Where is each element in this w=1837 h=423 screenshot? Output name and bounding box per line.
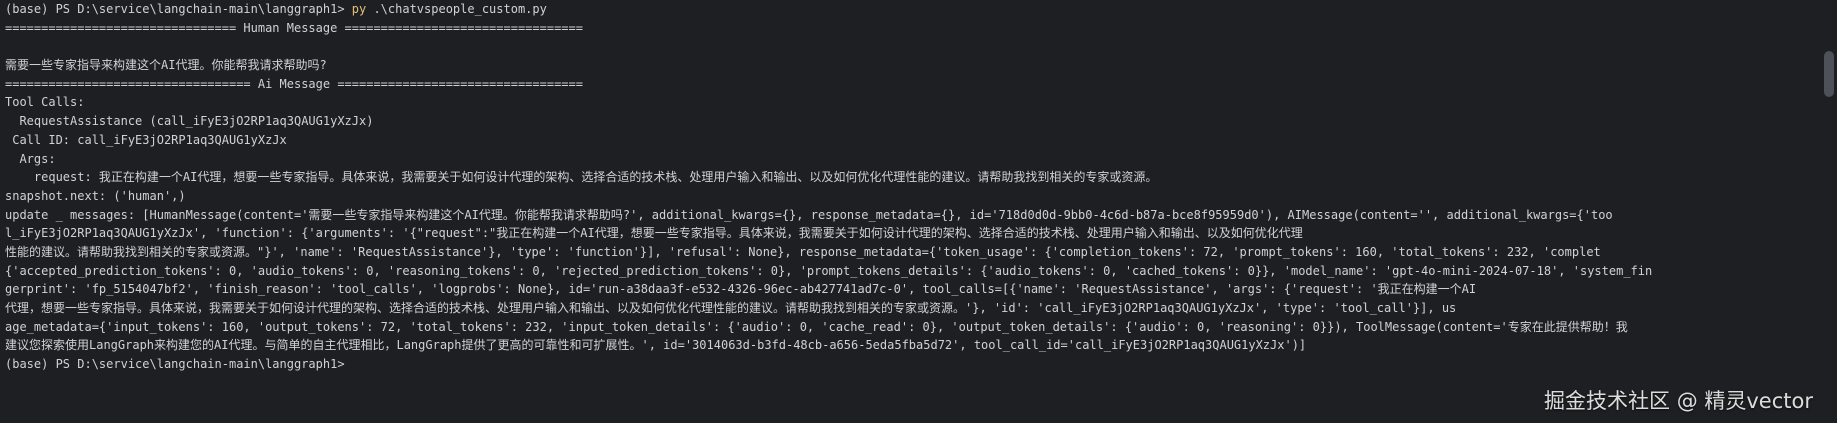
scrollbar-thumb[interactable]	[1824, 51, 1834, 97]
tool-call-request-arg: request: 我正在构建一个AI代理，想要一些专家指导。具体来说，我需要关于…	[5, 170, 1158, 185]
update-messages-line: 性能的建议。请帮助我找到相关的专家或资源。"}', 'name': 'Reque…	[5, 244, 1601, 259]
snapshot-next-line: snapshot.next: ('human',)	[5, 188, 186, 203]
command-prompt-line: (base) PS D:\service\langchain-main\lang…	[5, 0, 1821, 19]
update-messages-line: l_iFyE3jO2RP1aq3QAUG1yXzJx', 'function':…	[5, 226, 1303, 241]
vertical-scrollbar[interactable]	[1821, 0, 1837, 423]
update-messages-line: {'accepted_prediction_tokens': 0, 'audio…	[5, 263, 1653, 278]
human-message-separator: ================================ Human M…	[5, 20, 583, 35]
tool-call-args-heading: Args:	[5, 151, 56, 166]
command-argument: .\chatvspeople_custom.py	[366, 2, 547, 16]
tool-calls-heading: Tool Calls:	[5, 95, 85, 110]
prompt-prefix: (base) PS D:\service\langchain-main\lang…	[5, 2, 352, 16]
human-message-content: 需要一些专家指导来构建这个AI代理。你能帮我请求帮助吗?	[5, 58, 327, 73]
terminal-output[interactable]: (base) PS D:\service\langchain-main\lang…	[0, 0, 1821, 423]
update-messages-line: 代理，想要一些专家指导。具体来说，我需要关于如何设计代理的架构、选择合适的技术栈…	[5, 301, 1457, 315]
trailing-prompt-line: (base) PS D:\service\langchain-main\lang…	[5, 357, 352, 372]
tool-call-id: Call ID: call_iFyE3jO2RP1aq3QAUG1yXzJx	[5, 132, 287, 147]
update-messages-line: 建议您探索使用LangGraph来构建您的AI代理。与简单的自主代理相比，Lan…	[5, 338, 1307, 353]
update-messages-line: gerprint': 'fp_5154047bf2', 'finish_reas…	[5, 282, 1477, 297]
update-messages-line: age_metadata={'input_tokens': 160, 'outp…	[5, 319, 1628, 334]
tool-call-name: RequestAssistance (call_iFyE3jO2RP1aq3QA…	[5, 114, 374, 129]
update-messages-line: update _ messages: [HumanMessage(content…	[5, 207, 1613, 222]
ai-message-separator: ================================== Ai Me…	[5, 76, 583, 91]
command-name: py	[351, 2, 367, 16]
